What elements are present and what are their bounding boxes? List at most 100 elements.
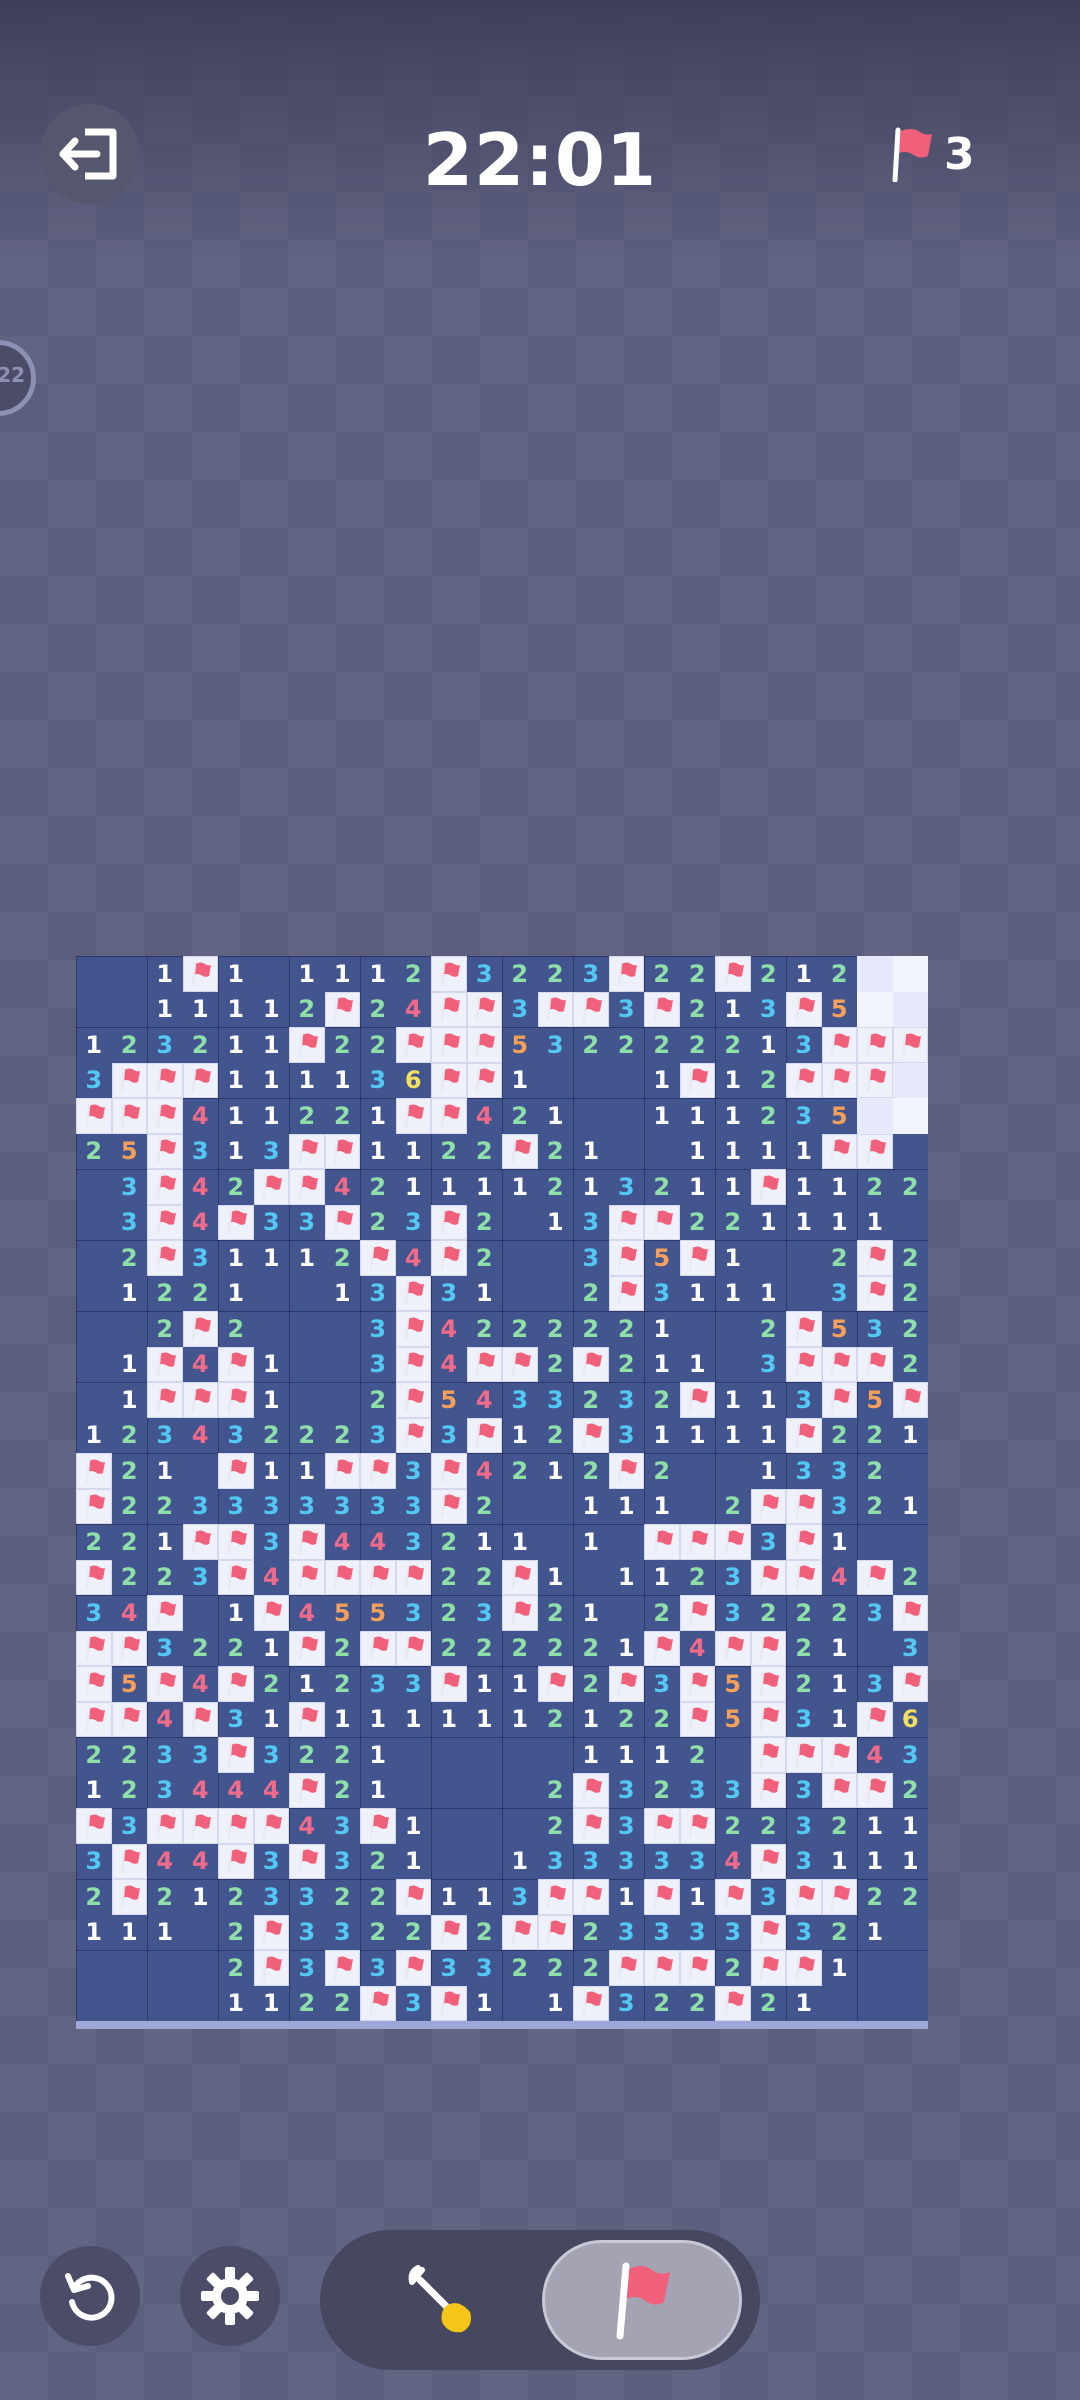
number-cell[interactable]: 2: [112, 1027, 148, 1063]
flagged-cell[interactable]: [147, 1240, 183, 1276]
number-cell[interactable]: 1: [112, 1276, 148, 1312]
empty-cell[interactable]: [289, 1311, 325, 1347]
flagged-cell[interactable]: [218, 1737, 254, 1773]
number-cell[interactable]: 4: [467, 1098, 503, 1134]
number-cell[interactable]: 3: [502, 992, 538, 1028]
flagged-cell[interactable]: [608, 1275, 644, 1311]
number-cell[interactable]: 3: [76, 1844, 112, 1880]
number-cell[interactable]: 2: [573, 1666, 609, 1702]
number-cell[interactable]: 4: [112, 1595, 148, 1631]
number-cell[interactable]: 2: [218, 1169, 254, 1205]
number-cell[interactable]: 3: [715, 1595, 751, 1631]
number-cell[interactable]: 3: [644, 1276, 680, 1312]
number-cell[interactable]: 3: [183, 1134, 219, 1170]
flagged-cell[interactable]: [431, 956, 467, 992]
number-cell[interactable]: 2: [76, 1134, 112, 1170]
flagged-cell[interactable]: [395, 1382, 431, 1418]
number-cell[interactable]: 1: [609, 1560, 645, 1596]
number-cell[interactable]: 2: [538, 1702, 574, 1738]
number-cell[interactable]: 1: [715, 1134, 751, 1170]
number-cell[interactable]: 3: [893, 1737, 929, 1773]
flagged-cell[interactable]: [786, 1524, 822, 1560]
number-cell[interactable]: 3: [502, 1879, 538, 1915]
empty-cell[interactable]: [538, 1524, 574, 1560]
number-cell[interactable]: 2: [112, 1524, 148, 1560]
number-cell[interactable]: 1: [538, 1560, 574, 1596]
number-cell[interactable]: 1: [680, 1169, 716, 1205]
number-cell[interactable]: 1: [147, 956, 183, 992]
number-cell[interactable]: 1: [76, 1418, 112, 1454]
number-cell[interactable]: 1: [715, 1098, 751, 1134]
number-cell[interactable]: 2: [112, 1489, 148, 1525]
flagged-cell[interactable]: [821, 1027, 857, 1063]
number-cell[interactable]: 3: [254, 1879, 290, 1915]
flagged-cell[interactable]: [147, 1382, 183, 1418]
empty-cell[interactable]: [147, 1950, 183, 1986]
flagged-cell[interactable]: [537, 1879, 573, 1915]
number-cell[interactable]: 2: [502, 1950, 538, 1986]
number-cell[interactable]: 4: [396, 992, 432, 1028]
restart-button[interactable]: [40, 2246, 140, 2346]
number-cell[interactable]: 3: [573, 1205, 609, 1241]
number-cell[interactable]: 3: [822, 1489, 858, 1525]
flagged-cell[interactable]: [395, 1630, 431, 1666]
number-cell[interactable]: 3: [502, 1382, 538, 1418]
number-cell[interactable]: 3: [573, 1844, 609, 1880]
flagged-cell[interactable]: [750, 1772, 786, 1808]
number-cell[interactable]: 1: [502, 1844, 538, 1880]
number-cell[interactable]: 2: [360, 1382, 396, 1418]
number-cell[interactable]: 2: [396, 956, 432, 992]
flagged-cell[interactable]: [715, 1630, 751, 1666]
number-cell[interactable]: 1: [467, 1276, 503, 1312]
empty-cell[interactable]: [254, 1276, 290, 1312]
flagged-cell[interactable]: [395, 1027, 431, 1063]
empty-cell[interactable]: [502, 1808, 538, 1844]
number-cell[interactable]: 2: [573, 1382, 609, 1418]
flagged-cell[interactable]: [608, 1204, 644, 1240]
number-cell[interactable]: 3: [609, 1773, 645, 1809]
empty-cell[interactable]: [857, 1631, 893, 1667]
number-cell[interactable]: 4: [715, 1844, 751, 1880]
empty-cell[interactable]: [396, 1773, 432, 1809]
number-cell[interactable]: 2: [360, 1915, 396, 1951]
number-cell[interactable]: 1: [751, 1205, 787, 1241]
flagged-cell[interactable]: [857, 1240, 893, 1276]
empty-cell[interactable]: [112, 1950, 148, 1986]
empty-cell[interactable]: [502, 1986, 538, 2022]
number-cell[interactable]: 2: [786, 1595, 822, 1631]
flagged-cell[interactable]: [111, 1630, 147, 1666]
flagged-cell[interactable]: [289, 1630, 325, 1666]
number-cell[interactable]: 1: [396, 1844, 432, 1880]
number-cell[interactable]: 3: [680, 1915, 716, 1951]
flagged-cell[interactable]: [324, 991, 360, 1027]
number-cell[interactable]: 4: [857, 1737, 893, 1773]
empty-cell[interactable]: [609, 1098, 645, 1134]
number-cell[interactable]: 2: [822, 1808, 858, 1844]
flagged-cell[interactable]: [750, 1666, 786, 1702]
flagged-cell[interactable]: [360, 1453, 396, 1489]
number-cell[interactable]: 3: [183, 1737, 219, 1773]
number-cell[interactable]: 1: [786, 956, 822, 992]
number-cell[interactable]: 2: [751, 1808, 787, 1844]
number-cell[interactable]: 2: [467, 1311, 503, 1347]
number-cell[interactable]: 2: [360, 1027, 396, 1063]
number-cell[interactable]: 3: [786, 1773, 822, 1809]
number-cell[interactable]: 1: [573, 1134, 609, 1170]
empty-cell[interactable]: [183, 1950, 219, 1986]
number-cell[interactable]: 2: [893, 1311, 929, 1347]
number-cell[interactable]: 1: [893, 1844, 929, 1880]
flagged-cell[interactable]: [892, 1027, 928, 1063]
flagged-cell[interactable]: [253, 1169, 289, 1205]
flagged-cell[interactable]: [218, 1666, 254, 1702]
number-cell[interactable]: 1: [112, 1347, 148, 1383]
number-cell[interactable]: 4: [431, 1347, 467, 1383]
number-cell[interactable]: 3: [786, 1098, 822, 1134]
number-cell[interactable]: 1: [502, 1063, 538, 1099]
number-cell[interactable]: 2: [680, 992, 716, 1028]
number-cell[interactable]: 4: [467, 1382, 503, 1418]
number-cell[interactable]: 2: [857, 1879, 893, 1915]
number-cell[interactable]: 2: [644, 1027, 680, 1063]
number-cell[interactable]: 3: [609, 992, 645, 1028]
unrevealed-cell[interactable]: [857, 1098, 893, 1134]
number-cell[interactable]: 2: [644, 1986, 680, 2022]
